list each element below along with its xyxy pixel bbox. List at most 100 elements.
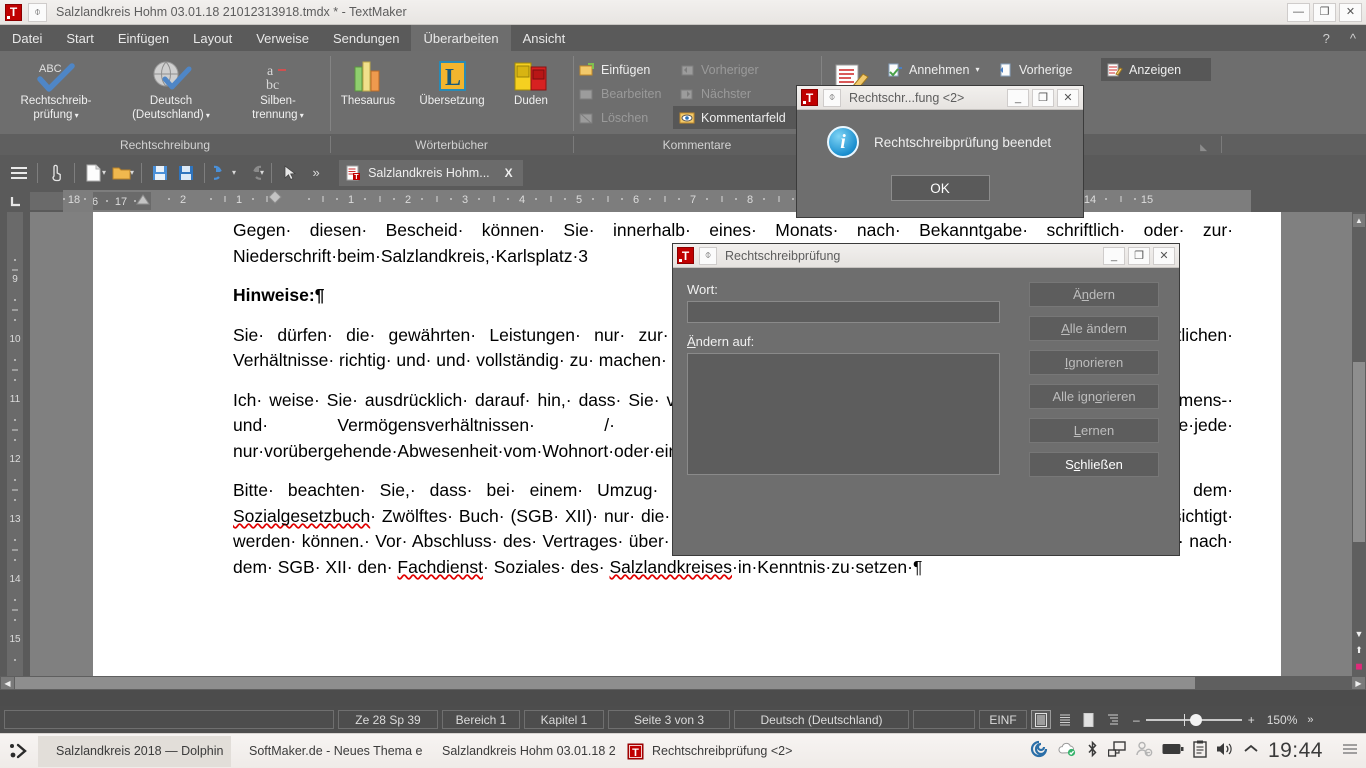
browse-select-icon[interactable]: ▼ (1352, 626, 1366, 642)
chevron-down-icon[interactable]: ▾ (232, 168, 236, 177)
previous-object-icon[interactable]: ⬆ (1352, 642, 1366, 658)
dialog-launcher-icon[interactable]: ◣ (1200, 142, 1207, 153)
button-schliessen[interactable]: Schließen (1029, 452, 1159, 477)
help-icon[interactable]: ? (1323, 31, 1330, 46)
ok-button[interactable]: OK (891, 175, 990, 201)
button-uebersetzung[interactable]: L Übersetzung (406, 54, 498, 108)
zoom-slider[interactable]: – + 150% » (1133, 713, 1314, 727)
minimize-button[interactable]: — (1287, 3, 1310, 22)
button-annehmen[interactable]: Annehmen ▾ (881, 58, 991, 81)
volume-icon[interactable] (1216, 741, 1234, 762)
restore-button[interactable]: ❐ (1128, 247, 1150, 265)
close-icon[interactable]: X (505, 166, 513, 180)
chevron-down-icon[interactable]: ▾ (298, 111, 304, 120)
status-cursor-position[interactable]: Ze 28 Sp 39 (338, 710, 438, 729)
hamburger-menu-icon[interactable] (6, 160, 32, 186)
button-kommentar-loeschen[interactable]: Löschen (573, 106, 673, 129)
tray-expand-icon[interactable] (1243, 742, 1259, 760)
menu-ueberarbeiten[interactable]: Überarbeiten (411, 25, 510, 51)
network-icon[interactable] (1108, 740, 1126, 763)
restore-button[interactable]: ❐ (1313, 3, 1336, 22)
tab-stop-icon[interactable] (0, 190, 30, 212)
misspelled-word[interactable]: Fachdienst (397, 557, 483, 577)
touch-mode-icon[interactable] (43, 160, 69, 186)
chevron-down-icon[interactable]: ▾ (260, 168, 264, 177)
misspelled-word[interactable]: Salzlandkreises (609, 557, 732, 577)
minimize-button[interactable]: _ (1007, 89, 1029, 107)
close-button[interactable]: ✕ (1339, 3, 1362, 22)
button-silbentrennung[interactable]: a bc Silben- trennung ▾ (230, 54, 326, 123)
button-thesaurus[interactable]: Thesaurus (330, 54, 406, 108)
misspelled-word[interactable]: Sozialgesetzbuch (233, 506, 370, 526)
view-outline-icon[interactable] (1103, 710, 1123, 729)
button-sprache-deutsch[interactable]: Deutsch (Deutschland) ▾ (112, 54, 230, 123)
menu-datei[interactable]: Datei (0, 25, 54, 51)
restore-button[interactable]: ❐ (1032, 89, 1054, 107)
select-object-icon[interactable] (277, 160, 303, 186)
chevron-down-icon[interactable]: ▾ (72, 111, 78, 120)
message-dialog[interactable]: T ⌽ Rechtschr...fung <2> _ ❐ ✕ i Rechtsc… (796, 85, 1084, 218)
status-insert-mode[interactable]: EINF (979, 710, 1027, 729)
button-duden[interactable]: Duden (498, 54, 564, 108)
zoom-level-label[interactable]: 150% (1267, 713, 1298, 727)
button-lernen[interactable]: Lernen (1029, 418, 1159, 443)
chevron-down-icon[interactable]: ▾ (975, 65, 979, 74)
taskbar-item-firefox[interactable]: SoftMaker.de - Neues Thema e… (231, 736, 424, 767)
cloud-sync-icon[interactable] (1057, 741, 1077, 762)
shade-window-icon[interactable]: ⌽ (699, 247, 717, 265)
shade-window-icon[interactable]: ⌽ (823, 89, 841, 107)
menu-layout[interactable]: Layout (181, 25, 244, 51)
message-dialog-titlebar[interactable]: T ⌽ Rechtschr...fung <2> _ ❐ ✕ (797, 86, 1083, 110)
zoom-out-button[interactable]: – (1133, 713, 1140, 727)
collapse-ribbon-icon[interactable]: ^ (1350, 31, 1356, 46)
close-button[interactable]: ✕ (1153, 247, 1175, 265)
user-offline-icon[interactable] (1135, 740, 1153, 763)
menu-sendungen[interactable]: Sendungen (321, 25, 412, 51)
view-page-layout-icon[interactable] (1031, 710, 1051, 729)
scroll-right-button[interactable]: ▶ (1352, 677, 1365, 689)
button-kommentar-einfuegen[interactable]: Einfügen (573, 58, 673, 81)
status-language[interactable]: Deutsch (Deutschland) (734, 710, 909, 729)
browse-object-icon[interactable]: ◼ (1352, 658, 1366, 674)
save-all-icon[interactable] (173, 160, 199, 186)
button-ignorieren[interactable]: Ignorieren (1029, 350, 1159, 375)
status-extra[interactable] (913, 710, 975, 729)
scroll-left-button[interactable]: ◀ (1, 677, 14, 689)
button-alle-aendern[interactable]: Alle ändern (1029, 316, 1159, 341)
button-alle-ignorieren[interactable]: Alle ignorieren (1029, 384, 1159, 409)
button-anzeigen[interactable]: Anzeigen (1101, 58, 1211, 81)
horizontal-scrollbar[interactable]: ◀ ▶ (0, 676, 1366, 690)
vertical-ruler-scale[interactable]: 91011 121314 15 (7, 212, 23, 690)
application-launcher-icon[interactable] (0, 741, 38, 761)
zoom-in-button[interactable]: + (1248, 713, 1255, 727)
chevron-down-icon[interactable]: ▾ (102, 168, 106, 177)
close-button[interactable]: ✕ (1057, 89, 1079, 107)
bluetooth-icon[interactable] (1086, 740, 1099, 763)
chevron-down-icon[interactable]: ▾ (130, 168, 134, 177)
button-kommentar-vorheriger[interactable]: Vorheriger (673, 58, 819, 81)
status-section[interactable]: Bereich 1 (442, 710, 520, 729)
button-rechtschreibpruefung[interactable]: ABC Rechtschreib- prüfung ▾ (0, 54, 112, 123)
spellcheck-dialog-titlebar[interactable]: T ⌽ Rechtschreibprüfung _ ❐ ✕ (673, 244, 1179, 268)
taskbar-item-rechtschreibpruefung[interactable]: T Rechtschreibprüfung <2> (617, 736, 810, 767)
view-single-page-icon[interactable] (1079, 710, 1099, 729)
status-chapter[interactable]: Kapitel 1 (524, 710, 604, 729)
spiral-icon[interactable] (1030, 740, 1048, 763)
minimize-button[interactable]: _ (1103, 247, 1125, 265)
horizontal-scroll-thumb[interactable] (15, 677, 1195, 689)
status-page[interactable]: Seite 3 von 3 (608, 710, 730, 729)
suggestions-list[interactable] (687, 353, 1000, 475)
clock[interactable]: 19:44 (1268, 739, 1323, 763)
spellcheck-dialog[interactable]: T ⌽ Rechtschreibprüfung _ ❐ ✕ Wort: Ände… (672, 243, 1180, 556)
chevron-down-icon[interactable]: ▾ (204, 111, 210, 120)
view-continuous-icon[interactable] (1055, 710, 1075, 729)
button-kommentar-bearbeiten[interactable]: Bearbeiten (573, 82, 673, 105)
taskbar-item-textmaker-document[interactable]: T Salzlandkreis Hohm 03.01.18 2… (424, 736, 617, 767)
taskbar-item-dolphin[interactable]: Salzlandkreis 2018 — Dolphin (38, 736, 231, 767)
button-vorherige[interactable]: Vorherige (991, 58, 1101, 81)
statusbar-overflow-icon[interactable]: » (1307, 714, 1313, 726)
tray-menu-icon[interactable] (1342, 742, 1358, 761)
shade-window-icon[interactable]: ⌽ (28, 3, 47, 22)
menu-ansicht[interactable]: Ansicht (511, 25, 578, 51)
menu-verweise[interactable]: Verweise (244, 25, 321, 51)
